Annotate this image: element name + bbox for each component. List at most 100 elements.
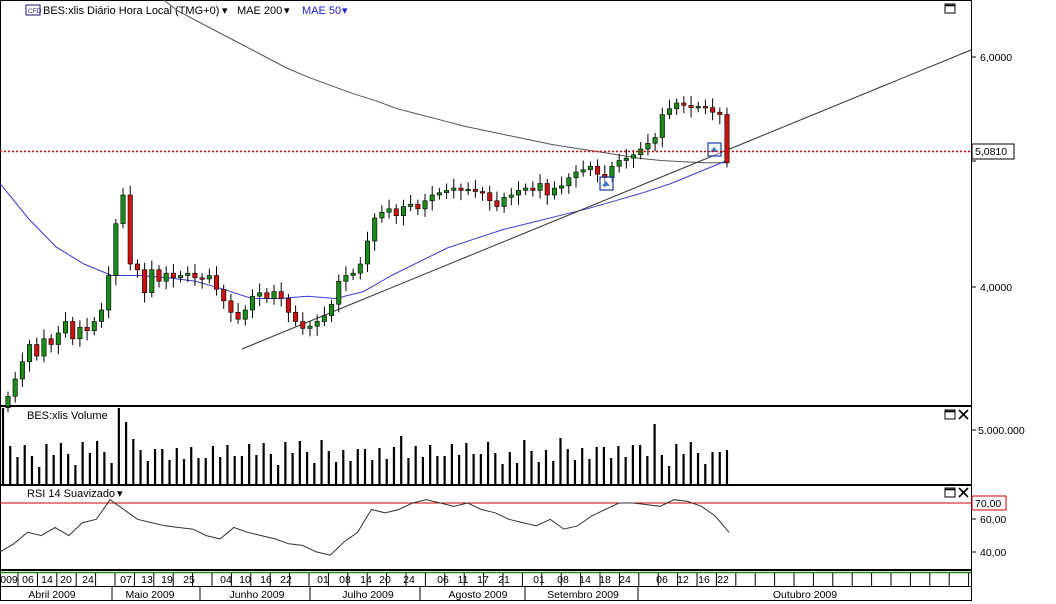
day-label: 14: [360, 574, 372, 586]
day-label: 21: [498, 574, 510, 586]
ma200-label[interactable]: MAE 200: [237, 5, 282, 17]
candle-up: [257, 292, 263, 297]
candle-down: [285, 298, 291, 313]
day-label: 14: [41, 574, 53, 586]
volume-bar: [305, 452, 309, 484]
candle-down: [235, 311, 241, 320]
candle-down: [70, 321, 76, 340]
candle-up: [386, 208, 392, 213]
candle-down: [192, 272, 198, 279]
candle-up: [106, 275, 112, 311]
volume-bar: [349, 461, 352, 484]
candle-up: [19, 361, 25, 380]
rsi-tick-label: 60,00: [980, 514, 1006, 526]
candle-up: [451, 187, 457, 191]
volume-bar: [479, 454, 482, 484]
month-label: Julho 2009: [342, 589, 394, 601]
volume-bar: [566, 449, 569, 484]
month-label: Outubro 2009: [773, 589, 837, 601]
candle-up: [501, 197, 507, 207]
symbol-label[interactable]: BES:xlis Diário Hora Local (TMG+0): [43, 5, 219, 17]
price-maximize-icon[interactable]: [944, 3, 956, 14]
volume-bar: [523, 440, 526, 484]
day-label: 12: [677, 574, 689, 586]
candle-down: [710, 107, 716, 113]
candle-down: [214, 275, 220, 290]
volume-bar: [581, 448, 584, 484]
volume-bar: [30, 456, 34, 484]
candle-down: [688, 105, 694, 108]
day-label: 24: [82, 574, 94, 586]
candle-up: [508, 194, 514, 198]
volume-bar: [291, 453, 294, 484]
volume-bar: [1, 408, 5, 484]
volume-bar: [146, 461, 149, 484]
volume-bar: [378, 448, 381, 484]
ma50-dropdown-icon[interactable]: ▾: [342, 5, 348, 17]
rsi-title[interactable]: RSI 14 Suavizado: [27, 488, 115, 500]
candle-down: [724, 114, 730, 164]
candle-down: [530, 187, 536, 191]
candle-up: [271, 291, 277, 299]
volume-bar: [320, 440, 323, 484]
volume-bar: [486, 442, 490, 484]
rsi-line: [0, 499, 730, 556]
volume-close-icon[interactable]: [958, 409, 969, 420]
candle-up: [249, 295, 255, 311]
volume-bar: [226, 445, 229, 484]
volume-bar: [559, 438, 562, 484]
volume-bar: [52, 455, 55, 484]
candle-down: [221, 288, 227, 302]
candle-up: [609, 165, 615, 179]
volume-title[interactable]: BES:xlis Volume: [27, 410, 108, 422]
volume-bar: [327, 451, 330, 484]
day-label: 01: [317, 574, 329, 586]
candle-up: [422, 200, 428, 210]
candle-up: [185, 272, 191, 276]
volume-bar: [552, 461, 555, 484]
rsi-level-label: 70,00: [975, 498, 1001, 510]
volume-bar: [110, 463, 113, 484]
candle-up: [465, 188, 471, 192]
volume-bar: [38, 467, 41, 484]
volume-bar: [59, 443, 63, 484]
candle-up: [436, 192, 442, 196]
chart-window: CFD BES:xlis Diário Hora Local (TMG+0) ▾…: [0, 0, 1056, 601]
volume-maximize-icon[interactable]: [944, 409, 956, 420]
month-label: Setembro 2009: [547, 589, 619, 601]
volume-bar: [356, 449, 359, 484]
volume-bar: [240, 456, 244, 484]
day-label: 24: [619, 574, 631, 586]
candle-up: [652, 137, 658, 144]
day-label: 01: [533, 574, 545, 586]
candle-up: [357, 263, 363, 274]
day-label: 06: [22, 574, 34, 586]
symbol-dropdown-icon[interactable]: ▾: [222, 5, 228, 17]
candle-up: [400, 206, 406, 216]
volume-bar: [269, 454, 272, 484]
candle-up: [178, 275, 184, 279]
volume-bar: [313, 463, 316, 484]
chart-canvas[interactable]: CFD BES:xlis Diário Hora Local (TMG+0) ▾…: [0, 0, 1056, 601]
rsi-dropdown-icon[interactable]: ▾: [117, 488, 123, 500]
candle-up: [623, 157, 629, 161]
candle-down: [199, 277, 205, 280]
candle-down: [717, 111, 723, 115]
rsi-maximize-icon[interactable]: [944, 487, 956, 498]
volume-bar: [248, 444, 251, 484]
candle-up: [149, 269, 155, 294]
ma200-dropdown-icon[interactable]: ▾: [284, 5, 290, 17]
day-label: 22: [717, 574, 729, 586]
volume-bar: [573, 460, 577, 484]
candle-up: [537, 183, 543, 191]
last-price-label: 5,0810: [975, 146, 1007, 158]
rsi-close-icon[interactable]: [958, 487, 969, 498]
volume-bar: [204, 458, 207, 484]
volume-bar: [74, 465, 77, 484]
volume-bar: [219, 457, 222, 484]
candle-up: [573, 171, 579, 179]
ma50-label[interactable]: MAE 50: [302, 5, 341, 17]
volume-bar: [414, 446, 417, 484]
candle-down: [595, 165, 601, 175]
volume-bar: [602, 447, 606, 484]
